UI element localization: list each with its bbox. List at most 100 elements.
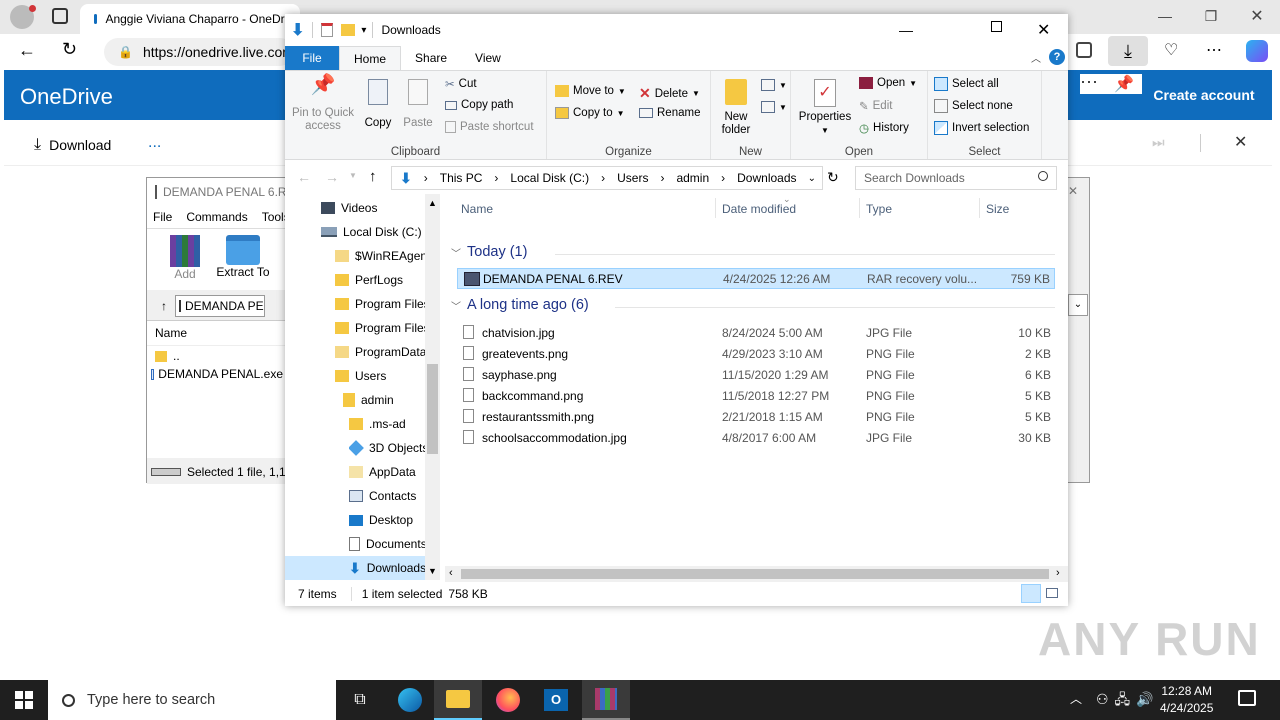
large-icons-view-icon[interactable] xyxy=(1046,588,1058,598)
scroll-thumb[interactable] xyxy=(427,364,438,454)
up-arrow-icon[interactable]: ↑ xyxy=(369,168,377,185)
more-dots-icon[interactable]: ⋯ xyxy=(1080,72,1098,93)
breadcrumb-downloads[interactable]: Downloads xyxy=(737,171,796,185)
notifications-icon[interactable] xyxy=(1238,690,1256,706)
winrar-add-button[interactable]: Add xyxy=(167,235,203,281)
nav-item-videos[interactable]: Videos xyxy=(321,196,377,220)
breadcrumb-users[interactable]: Users xyxy=(617,171,648,185)
close-viewer-icon[interactable]: ✕ xyxy=(1234,132,1247,152)
scroll-left-icon[interactable]: ‹ xyxy=(449,567,453,579)
minimize-button[interactable]: — xyxy=(899,22,913,38)
winrar-column-name[interactable]: Name xyxy=(147,321,287,346)
column-size[interactable]: Size xyxy=(986,202,1009,216)
cut-button[interactable]: ✂ Cut xyxy=(445,77,477,91)
address-dropdown-icon[interactable]: ⌄ xyxy=(808,173,816,184)
new-folder-button[interactable]: New folder xyxy=(715,79,757,137)
taskbar-outlook[interactable]: O xyxy=(532,680,580,720)
table-row[interactable]: greatevents.png 4/29/2023 3:10 AM PNG File… xyxy=(457,343,1055,364)
browser-close-button[interactable]: ✕ xyxy=(1242,6,1272,26)
table-row[interactable]: schoolsaccommodation.jpg 4/8/2017 6:00 AM… xyxy=(457,427,1055,448)
copy-to-button[interactable]: Copy to ▼ xyxy=(555,107,625,119)
close-button[interactable]: ✕ xyxy=(1037,20,1050,40)
delete-button[interactable]: ✕ Delete ▼ xyxy=(639,85,700,102)
close-icon[interactable]: ✕ xyxy=(1068,184,1078,198)
nav-item-admin[interactable]: admin xyxy=(343,388,394,412)
url-bar[interactable]: 🔒 https://onedrive.live.com xyxy=(104,38,294,66)
table-row[interactable]: sayphase.png 11/15/2020 1:29 AM PNG File 6 … xyxy=(457,364,1055,385)
copy-path-button[interactable]: Copy path xyxy=(445,99,513,111)
taskbar-clock[interactable]: 12:28 AM 4/24/2025 xyxy=(1160,683,1213,717)
nav-item-downloads[interactable]: ⬇ Downloads xyxy=(285,556,425,580)
extensions-icon[interactable] xyxy=(1076,42,1092,58)
open-button[interactable]: Open ▼ xyxy=(859,77,917,89)
winrar-menu-file[interactable]: File xyxy=(153,210,172,224)
search-input[interactable]: Search Downloads xyxy=(855,166,1057,190)
scroll-thumb[interactable] xyxy=(461,569,1049,579)
maximize-button[interactable] xyxy=(991,21,1002,32)
nav-item-desktop[interactable]: Desktop xyxy=(349,508,413,532)
nav-item-programdata[interactable]: ProgramData xyxy=(335,340,426,364)
quick-access-down-icon[interactable]: ⬇ xyxy=(291,20,304,40)
refresh-icon[interactable]: ↻ xyxy=(827,169,839,186)
forward-arrow-icon[interactable]: → xyxy=(325,169,339,185)
breadcrumb-local-disk[interactable]: Local Disk (C:) xyxy=(510,171,589,185)
health-icon[interactable]: ♡ xyxy=(1164,40,1178,60)
copy-button[interactable]: Copy xyxy=(361,79,395,130)
paste-shortcut-button[interactable]: Paste shortcut xyxy=(445,121,534,133)
group-header-today[interactable]: ﹀ Today (1) xyxy=(451,244,527,260)
horizontal-scrollbar[interactable]: ‹ › xyxy=(445,566,1068,582)
history-button[interactable]: ◷ History xyxy=(859,121,909,135)
nav-item-perflogs[interactable]: PerfLogs xyxy=(335,268,403,292)
new-item-button[interactable]: ▼ xyxy=(761,79,787,91)
scroll-right-icon[interactable]: › xyxy=(1056,567,1060,579)
show-hidden-icons[interactable]: ︿ xyxy=(1070,690,1082,707)
column-name[interactable]: Name xyxy=(461,202,493,216)
onedrive-brand[interactable]: OneDrive xyxy=(20,84,113,110)
tab-file[interactable]: File xyxy=(285,46,339,70)
browser-restore-button[interactable]: ❐ xyxy=(1196,8,1226,25)
breadcrumb-admin[interactable]: admin xyxy=(676,171,709,185)
dropdown-icon[interactable]: ⌄ xyxy=(1068,294,1088,316)
tab-share[interactable]: Share xyxy=(401,46,461,70)
task-view-button[interactable]: ⧉ xyxy=(336,680,384,720)
breadcrumb[interactable]: ⬇ › This PC › Local Disk (C:) › Users › … xyxy=(391,166,823,190)
collapse-ribbon-icon[interactable]: ︿ xyxy=(1031,50,1041,65)
column-type[interactable]: Type xyxy=(866,202,892,216)
help-icon[interactable]: ? xyxy=(1049,49,1065,65)
winrar-menu-commands[interactable]: Commands xyxy=(186,210,247,224)
table-row[interactable]: backcommand.png 11/5/2018 12:27 PM PNG Fil… xyxy=(457,385,1055,406)
customize-qat-icon[interactable]: ▾ xyxy=(361,25,366,36)
create-account-button[interactable]: Create account xyxy=(1146,78,1262,112)
scroll-up-icon[interactable]: ▲ xyxy=(425,198,440,208)
pin-icon[interactable]: 📌 xyxy=(1114,74,1134,94)
nav-item-appdata[interactable]: AppData xyxy=(349,460,416,484)
easy-access-button[interactable]: ▼ xyxy=(761,101,787,113)
nav-item-users[interactable]: Users xyxy=(335,364,386,388)
edit-button[interactable]: ✎ Edit xyxy=(859,99,892,113)
tab-actions-icon[interactable] xyxy=(52,8,68,24)
nav-item-program-files-x86[interactable]: Program Files xyxy=(335,316,430,340)
table-row[interactable]: chatvision.jpg 8/24/2024 5:00 AM JPG File 1… xyxy=(457,322,1055,343)
browser-minimize-button[interactable]: — xyxy=(1150,8,1180,24)
navigation-scrollbar[interactable]: ▲ ▼ xyxy=(425,194,440,580)
invert-selection-button[interactable]: Invert selection xyxy=(934,121,1029,135)
taskbar-search[interactable]: Type here to search xyxy=(48,680,336,720)
nav-item-3d-objects[interactable]: 3D Objects xyxy=(349,436,428,460)
taskbar-file-explorer[interactable] xyxy=(434,680,482,720)
tab-view[interactable]: View xyxy=(461,46,515,70)
back-icon[interactable]: ← xyxy=(18,40,36,61)
scroll-down-icon[interactable]: ▼ xyxy=(425,566,440,576)
properties-button[interactable]: ✓ Properties ▼ xyxy=(795,79,855,137)
list-item[interactable]: DEMANDA PENAL.exe xyxy=(147,366,287,382)
copilot-icon[interactable] xyxy=(1246,40,1268,62)
nav-item-documents[interactable]: Documents xyxy=(349,532,427,556)
up-arrow-icon[interactable]: ↑ xyxy=(161,299,167,313)
download-button[interactable]: ⤓ Download xyxy=(34,136,111,154)
nav-item-contacts[interactable]: Contacts xyxy=(349,484,416,508)
browser-menu-icon[interactable]: ⋯ xyxy=(1206,40,1222,60)
start-button[interactable] xyxy=(0,680,48,720)
move-to-button[interactable]: Move to ▼ xyxy=(555,85,626,97)
group-header-long-ago[interactable]: ﹀ A long time ago (6) xyxy=(451,297,589,313)
refresh-icon[interactable]: ↻ xyxy=(62,39,77,60)
winrar-menu-tools[interactable]: Tools xyxy=(262,210,287,224)
